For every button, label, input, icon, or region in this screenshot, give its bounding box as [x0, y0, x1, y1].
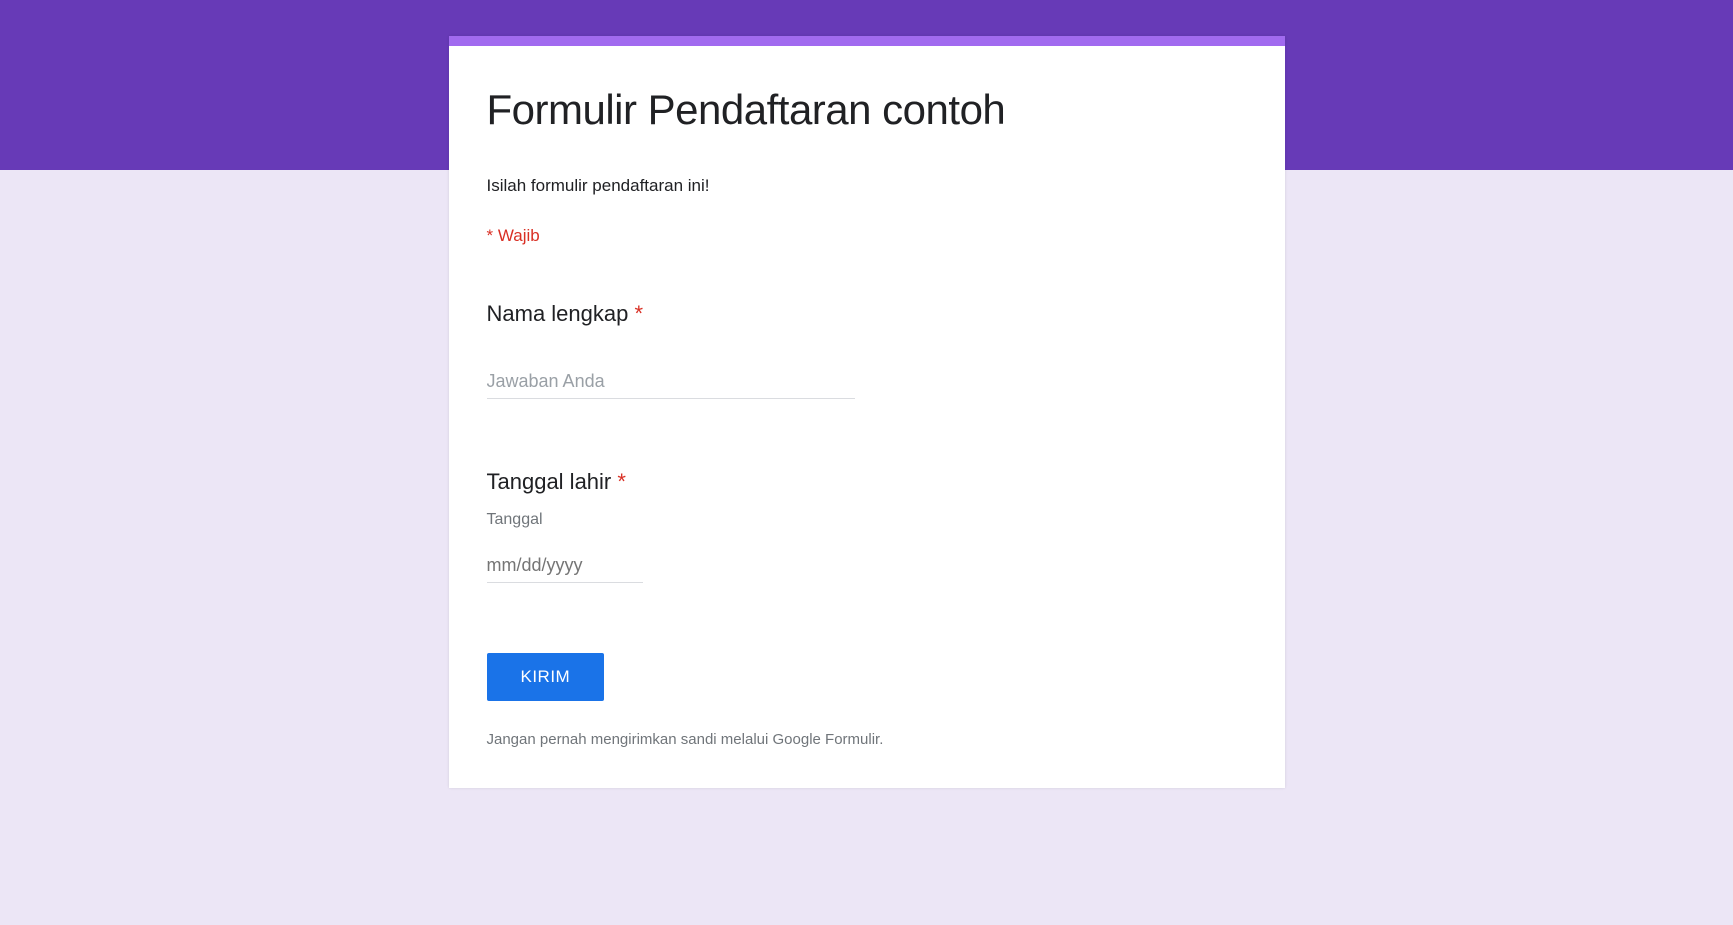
disclaimer-text: Jangan pernah mengirimkan sandi melalui …	[487, 731, 1247, 748]
question-birthdate-text: Tanggal lahir	[487, 469, 618, 494]
form-accent-bar	[449, 36, 1285, 46]
required-asterisk: *	[617, 469, 626, 494]
form-content: Formulir Pendaftaran contoh Isilah formu…	[449, 46, 1285, 788]
required-asterisk: *	[634, 301, 643, 326]
question-name-label: Nama lengkap *	[487, 301, 1247, 327]
birthdate-sublabel: Tanggal	[487, 511, 1247, 529]
question-birthdate-label: Tanggal lahir *	[487, 469, 1247, 495]
form-card: Formulir Pendaftaran contoh Isilah formu…	[449, 36, 1285, 788]
question-birthdate: Tanggal lahir * Tanggal	[487, 469, 1247, 583]
birthdate-input[interactable]	[487, 549, 643, 583]
required-note: * Wajib	[487, 226, 1247, 246]
form-description: Isilah formulir pendaftaran ini!	[487, 176, 1247, 196]
form-title: Formulir Pendaftaran contoh	[487, 86, 1247, 134]
name-input[interactable]	[487, 365, 855, 399]
submit-button[interactable]: KIRIM	[487, 653, 605, 701]
question-name: Nama lengkap *	[487, 301, 1247, 399]
question-name-text: Nama lengkap	[487, 301, 635, 326]
